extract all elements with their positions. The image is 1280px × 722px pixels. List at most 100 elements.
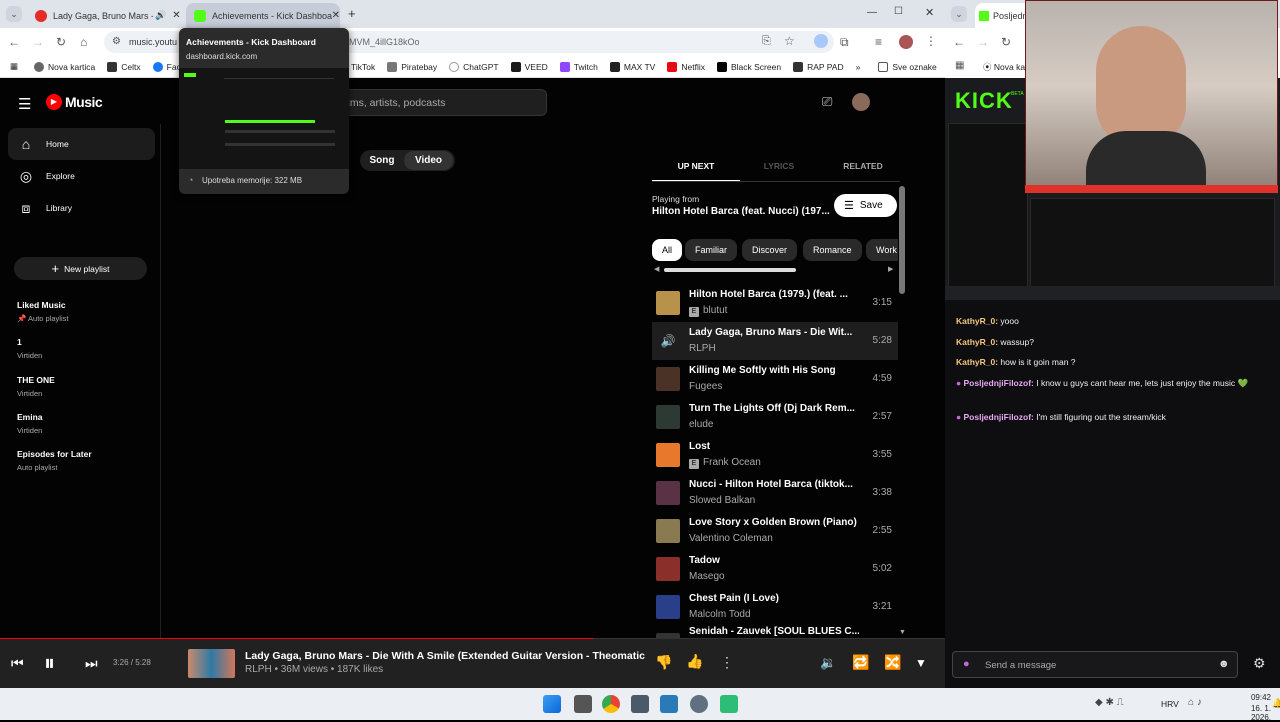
chip-all[interactable]: All <box>652 239 683 261</box>
chat-username[interactable]: KathyR_0: <box>956 316 998 326</box>
dislike-icon[interactable]: 👎 <box>655 654 672 671</box>
language-indicator[interactable]: HRV <box>1161 699 1179 709</box>
queue-item[interactable]: Tadow Masego 5:02 <box>652 550 898 588</box>
chat-username[interactable]: PosljednjiFilozof: <box>964 412 1034 422</box>
maximize-icon[interactable]: ☐ <box>894 6 903 17</box>
bookmark-item[interactable]: MAX TV <box>609 62 655 72</box>
bookmark-item[interactable]: Nova kartica <box>34 61 95 72</box>
toggle-video[interactable]: Video <box>404 151 453 170</box>
tab-lyrics[interactable]: LYRICS <box>740 161 818 171</box>
menu-dots-icon[interactable]: ⋮ <box>925 34 937 48</box>
reload-icon[interactable]: ↻ <box>56 35 66 49</box>
playlist-item[interactable]: Liked Music 📌 Auto playlist <box>17 300 68 323</box>
back-icon[interactable]: ← <box>953 35 965 49</box>
clock[interactable]: 09:42 16. 1. 2026. <box>1229 693 1271 722</box>
search-input[interactable]: ums, artists, podcasts <box>330 89 547 116</box>
back-icon[interactable]: ← <box>8 35 20 49</box>
obs-icon[interactable] <box>720 695 738 713</box>
nav-explore[interactable]: ◎ Explore <box>8 160 155 192</box>
queue-item[interactable]: Hilton Hotel Barca (1979.) (feat. ... Ebl… <box>652 284 898 322</box>
volume-icon[interactable]: 🔉 <box>820 655 836 671</box>
queue-item[interactable]: Love Story x Golden Brown (Piano) Valenti… <box>652 512 898 550</box>
chip-familiar[interactable]: Familiar <box>685 239 738 261</box>
bookmark-star-icon[interactable]: ☆ <box>784 34 795 48</box>
queue-item[interactable]: Senidah - Zauvek [SOUL BLUES C... <box>652 626 898 638</box>
network-volume-icons[interactable]: ⌂ ♪ <box>1188 697 1202 708</box>
ytm-logo[interactable]: ▶ Music <box>46 94 103 110</box>
windows-start-icon[interactable] <box>543 695 561 713</box>
playlist-item[interactable]: 1 Virtiden <box>17 337 42 360</box>
chips-scrollbar[interactable] <box>664 268 796 272</box>
task-view-icon[interactable] <box>574 695 592 713</box>
menu-icon[interactable]: ☰ <box>18 95 31 113</box>
bookmark-item[interactable]: Fac <box>152 61 181 72</box>
speaker-icon[interactable]: 🔊 <box>155 10 166 21</box>
bookmark-item[interactable]: ⦿ Nova ka <box>983 61 1025 73</box>
chat-username[interactable]: KathyR_0: <box>956 337 998 347</box>
chip-discover[interactable]: Discover <box>742 239 798 261</box>
bookmark-item[interactable]: Black Screen <box>716 62 781 72</box>
tab-search-icon[interactable]: ⌄ <box>6 6 22 22</box>
emoji-icon[interactable]: ☻ <box>1218 658 1230 670</box>
more-options-icon[interactable]: ⋮ <box>720 654 734 671</box>
chip-work[interactable]: Work <box>866 239 898 261</box>
forward-icon[interactable]: → <box>32 35 44 49</box>
bookmarks-more-button[interactable]: » <box>856 62 861 72</box>
queue-item[interactable]: 🔊 Lady Gaga, Bruno Mars - Die Wit... RLPH 5… <box>652 322 898 360</box>
media-control-icon[interactable]: ≡ <box>875 35 882 49</box>
queue-item[interactable]: Nucci - Hilton Hotel Barca (tiktok... Slo… <box>652 474 898 512</box>
bookmark-item[interactable]: Netflix <box>667 62 705 72</box>
bookmark-item[interactable]: Twitch <box>559 62 598 72</box>
save-button[interactable]: ☰ Save <box>834 194 897 217</box>
settings-icon[interactable] <box>631 695 649 713</box>
tab-youtube-music[interactable]: Lady Gaga, Bruno Mars - Die... 🔊 ✕ <box>27 3 182 28</box>
like-icon[interactable]: 👍 <box>686 653 703 670</box>
chat-username[interactable]: KathyR_0: <box>956 357 998 367</box>
pause-icon[interactable]: ⏸ <box>44 650 55 676</box>
tab-search-icon[interactable]: ⌄ <box>951 6 967 22</box>
next-icon[interactable]: ⏭ <box>85 655 98 672</box>
queue-item[interactable]: Chest Pain (I Love) Malcolm Todd 3:21 <box>652 588 898 626</box>
apps-grid-icon[interactable]: ▦ <box>955 60 964 71</box>
home-icon[interactable]: ⌂ <box>80 35 87 49</box>
photos-icon[interactable] <box>660 695 678 713</box>
tray-icons[interactable]: ◆ ✱ ⎍ <box>1095 697 1124 708</box>
playlist-item[interactable]: Episodes for Later Auto playlist <box>17 449 92 472</box>
account-avatar[interactable] <box>852 93 870 111</box>
nav-library[interactable]: ⧈ Library <box>8 192 155 224</box>
shuffle-icon[interactable]: 🔀 <box>884 654 901 671</box>
close-icon[interactable]: ✕ <box>172 10 180 21</box>
chips-scroll-right-icon[interactable]: ▶ <box>888 265 893 273</box>
chip-romance[interactable]: Romance <box>803 239 862 261</box>
tab-related[interactable]: RELATED <box>823 161 903 171</box>
apps-grid-icon[interactable]: ▦ <box>10 61 18 72</box>
expand-player-icon[interactable]: ▼ <box>915 656 927 670</box>
new-tab-button[interactable]: + <box>348 6 356 21</box>
bookmark-item[interactable]: Piratebay <box>387 62 437 72</box>
other-bookmarks[interactable]: Sve oznake <box>878 62 937 72</box>
cast-icon[interactable]: ⎚ <box>822 94 832 110</box>
bookmark-item[interactable]: VEED <box>510 62 548 72</box>
queue-item[interactable]: Turn The Lights Off (Dj Dark Rem... elude… <box>652 398 898 436</box>
now-playing-thumbnail[interactable] <box>188 649 235 678</box>
install-app-icon[interactable]: ⎘ <box>762 35 771 48</box>
notification-bell-icon[interactable]: 🔔 <box>1272 698 1280 709</box>
queue-item[interactable]: Killing Me Softly with His Song Fugees 4:5… <box>652 360 898 398</box>
gear-app-icon[interactable] <box>690 695 708 713</box>
playlist-item[interactable]: THE ONE Virtiden <box>17 375 55 398</box>
extensions-puzzle-icon[interactable]: ⧉ <box>840 35 849 50</box>
nav-home[interactable]: ⌂ Home <box>8 128 155 160</box>
close-icon[interactable]: ✕ <box>332 10 340 21</box>
queue-item[interactable]: Lost E Frank Ocean 3:55 <box>652 436 898 474</box>
now-playing-title[interactable]: Lady Gaga, Bruno Mars - Die With A Smile… <box>245 650 645 662</box>
tab-up-next[interactable]: UP NEXT <box>652 161 740 171</box>
extension-icon[interactable] <box>814 34 828 48</box>
playlist-item[interactable]: Emina Virtiden <box>17 412 43 435</box>
site-info-icon[interactable]: ⚙ <box>112 36 121 47</box>
bookmark-item[interactable]: RAP PAD <box>793 62 844 72</box>
tab-kick-dashboard[interactable]: Achievements - Kick Dashboard ✕ <box>186 3 340 28</box>
close-window-icon[interactable]: ✕ <box>925 6 934 19</box>
reload-icon[interactable]: ↻ <box>1001 35 1011 49</box>
profile-avatar[interactable] <box>899 35 913 49</box>
chat-input[interactable]: ● Send a message ☻ <box>952 651 1238 678</box>
